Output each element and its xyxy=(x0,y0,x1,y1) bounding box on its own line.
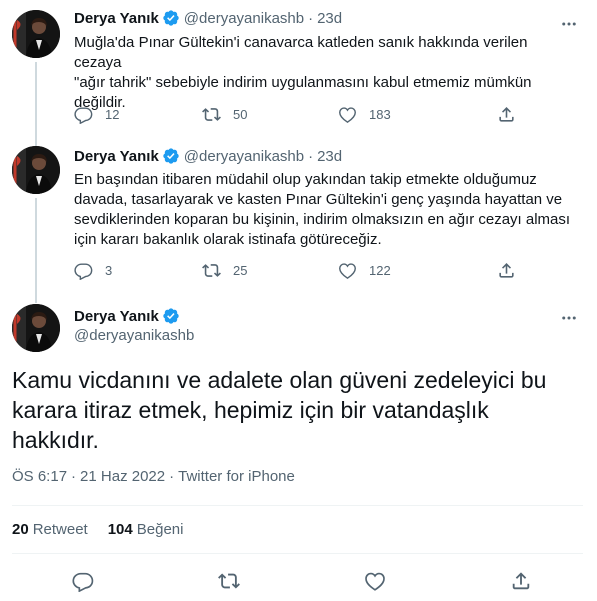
author-name-row: Derya Yanık xyxy=(74,307,194,325)
author-name[interactable]: Derya Yanık xyxy=(74,10,159,27)
reply-icon xyxy=(74,261,93,280)
tweet-text-line: sevdiklerinden koparan bu kişinin, indir… xyxy=(74,211,571,228)
tweet-header: Derya Yanık @deryayanikashb · 23d xyxy=(74,9,342,27)
verified-badge-icon xyxy=(162,147,180,165)
tweet-text-line: "ağır tahrik" sebebiyle indirim uygulanm… xyxy=(74,74,532,91)
separator-dot: · xyxy=(71,468,77,485)
retweet-button[interactable]: 50 xyxy=(202,105,247,124)
retweet-count: 25 xyxy=(233,262,248,278)
separator-dot: · xyxy=(308,147,314,165)
main-tweet-text-line: Kamu vicdanını ve adalete olan güveni ze… xyxy=(12,367,547,393)
like-icon[interactable] xyxy=(364,570,386,592)
tweet-text-line: davada, tasarlayarak ve kasten Pınar Gül… xyxy=(74,191,563,208)
share-icon xyxy=(497,105,516,124)
retweet-stat[interactable]: 20 Retweet xyxy=(12,521,88,538)
more-icon[interactable] xyxy=(559,14,579,34)
like-count: 122 xyxy=(369,262,391,278)
thread-connector xyxy=(35,198,37,303)
retweet-icon xyxy=(202,261,221,280)
main-tweet-actions xyxy=(72,570,532,592)
retweet-icon xyxy=(202,105,221,124)
tweet-actions: 3 25 122 xyxy=(74,260,534,280)
author-handle[interactable]: @deryayanikashb xyxy=(184,10,304,27)
tweet-text: Muğla'da Pınar Gültekin'i canavarca katl… xyxy=(74,33,574,113)
reply-button[interactable]: 12 xyxy=(74,105,119,124)
retweet-count: 50 xyxy=(233,106,248,122)
tweet-source[interactable]: Twitter for iPhone xyxy=(178,468,295,485)
tweet-metadata: ÖS 6:17 · 21 Haz 2022 · Twitter for iPho… xyxy=(12,468,295,485)
reply-icon[interactable] xyxy=(72,570,94,592)
like-button[interactable]: 122 xyxy=(338,261,391,280)
tweet-actions: 12 50 183 xyxy=(74,104,534,124)
tweet-text-line: En başından itibaren müdahil olup yakınd… xyxy=(74,171,537,188)
tweet-time[interactable]: 23d xyxy=(317,10,342,27)
reply-count: 3 xyxy=(105,262,113,278)
share-icon xyxy=(497,261,516,280)
retweet-button[interactable]: 25 xyxy=(202,261,247,280)
avatar[interactable] xyxy=(12,304,60,352)
tweet-stats: 20 Retweet 104 Beğeni xyxy=(12,521,203,538)
share-icon[interactable] xyxy=(510,570,532,592)
tweet-time[interactable]: 23d xyxy=(317,148,342,165)
separator-dot: · xyxy=(308,9,314,27)
tweet-text-line: Muğla'da Pınar Gültekin'i canavarca katl… xyxy=(74,34,528,71)
author-handle[interactable]: @deryayanikashb xyxy=(74,327,194,344)
avatar[interactable] xyxy=(12,146,60,194)
like-button[interactable]: 183 xyxy=(338,105,391,124)
avatar[interactable] xyxy=(12,10,60,58)
like-stat-count: 104 xyxy=(107,521,133,538)
retweet-stat-label: Retweet xyxy=(32,521,88,538)
like-icon xyxy=(338,105,357,124)
tweet-text-line: için kararı bakanlık olarak istinafa göt… xyxy=(74,231,382,248)
author-handle[interactable]: @deryayanikashb xyxy=(184,148,304,165)
main-tweet-text-line: hakkıdır. xyxy=(12,427,99,453)
tweet-text: En başından itibaren müdahil olup yakınd… xyxy=(74,170,574,250)
reply-count: 12 xyxy=(105,106,120,122)
tweet-header: Derya Yanık @deryayanikashb · 23d xyxy=(74,147,342,165)
reply-button[interactable]: 3 xyxy=(74,261,112,280)
tweet-date[interactable]: 21 Haz 2022 xyxy=(80,468,165,485)
separator-dot: · xyxy=(169,468,175,485)
divider xyxy=(12,505,583,506)
main-tweet-text: Kamu vicdanını ve adalete olan güveni ze… xyxy=(12,365,572,455)
like-stat-label: Beğeni xyxy=(136,521,184,538)
share-button[interactable] xyxy=(497,105,516,124)
author-block: Derya Yanık @deryayanikashb xyxy=(74,307,194,345)
tweet-time[interactable]: ÖS 6:17 xyxy=(12,468,67,485)
retweet-icon[interactable] xyxy=(218,570,240,592)
author-name[interactable]: Derya Yanık xyxy=(74,308,159,325)
tweet-2[interactable]: Derya Yanık @deryayanikashb · 23d En baş… xyxy=(0,136,597,303)
like-count: 183 xyxy=(369,106,391,122)
divider xyxy=(12,553,583,554)
retweet-stat-count: 20 xyxy=(12,521,29,538)
thread-connector xyxy=(35,62,37,146)
like-icon xyxy=(338,261,357,280)
verified-badge-icon xyxy=(162,9,180,27)
share-button[interactable] xyxy=(497,261,516,280)
reply-icon xyxy=(74,105,93,124)
verified-badge-icon xyxy=(162,307,180,325)
tweet-1[interactable]: Derya Yanık @deryayanikashb · 23d Muğla'… xyxy=(0,0,597,146)
author-name[interactable]: Derya Yanık xyxy=(74,148,159,165)
more-icon[interactable] xyxy=(559,308,579,328)
like-stat[interactable]: 104 Beğeni xyxy=(108,521,184,538)
main-tweet-text-line: karara itiraz etmek, hepimiz için bir va… xyxy=(12,397,489,423)
